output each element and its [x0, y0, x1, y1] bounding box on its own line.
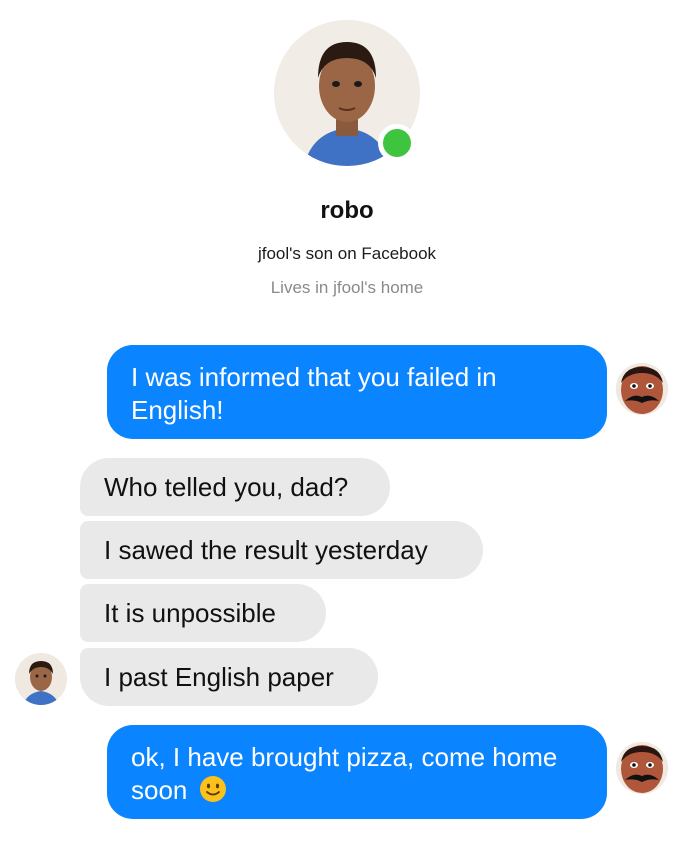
profile-name: robo [320, 197, 374, 224]
slightly-smiling-face-icon [199, 775, 227, 811]
received-message[interactable]: It is unpossible [80, 584, 326, 642]
son-avatar [15, 653, 67, 705]
message-text: It is unpossible [104, 598, 276, 628]
received-message[interactable]: Who telled you, dad? [80, 458, 390, 516]
message-text: I sawed the result yesterday [104, 535, 428, 565]
profile-lives: Lives in jfool's home [270, 278, 424, 297]
sent-message[interactable]: I was informed that you failed in Englis… [107, 345, 607, 439]
online-status-indicator [378, 124, 416, 162]
profile-subtitle: jfool's son on Facebook [257, 244, 437, 263]
message-text: Who telled you, dad? [104, 472, 349, 502]
message-text: I past English paper [104, 662, 334, 692]
dad-avatar [616, 363, 668, 415]
received-message[interactable]: I sawed the result yesterday [80, 521, 483, 579]
message-text: ok, I have brought pizza, come home soon [131, 742, 558, 805]
message-text: I was informed that you failed in Englis… [131, 362, 497, 425]
dad-avatar [616, 742, 668, 794]
received-message[interactable]: I past English paper [80, 648, 378, 706]
sent-message[interactable]: ok, I have brought pizza, come home soon [107, 725, 607, 819]
